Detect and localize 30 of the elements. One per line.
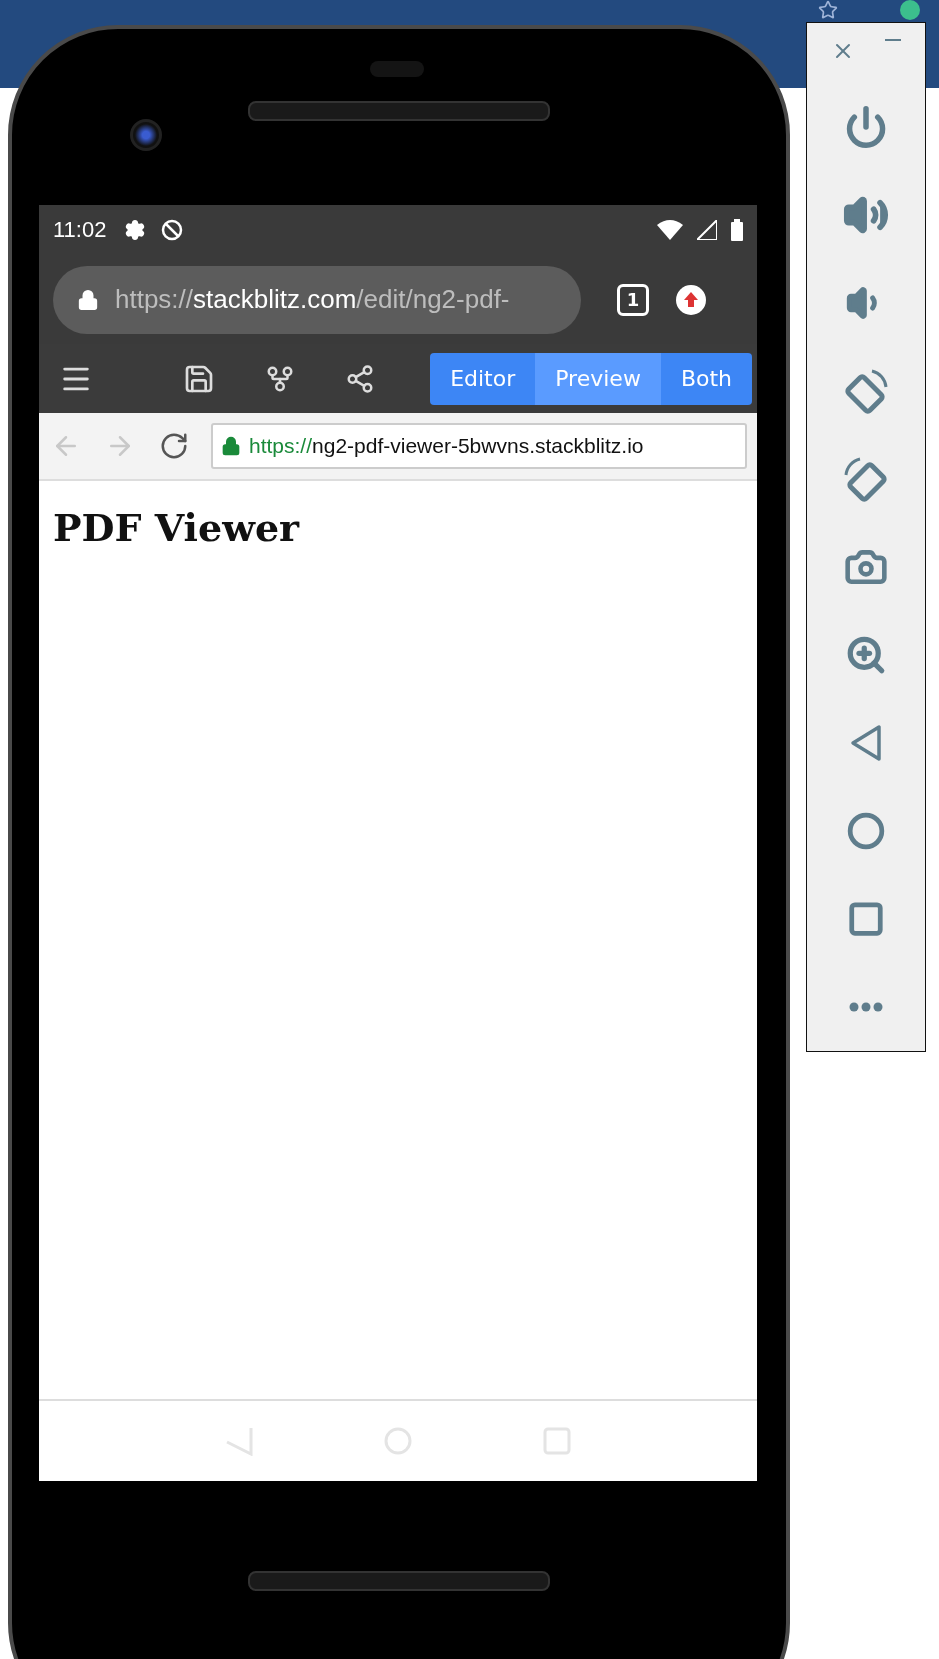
wifi-icon [657,220,683,240]
lock-icon [221,436,241,456]
url-text: https://stackblitz.com/edit/ng2-pdf- [115,284,510,315]
settings-icon [124,219,147,241]
sync-off-icon [160,218,185,242]
rotate-icon [842,367,890,415]
view-mode-tab[interactable]: Editor [430,352,536,405]
reload-icon [159,431,189,461]
camera-lens [130,119,162,151]
square-icon [847,900,885,938]
battery-icon [731,219,743,241]
share-icon [345,363,375,394]
star-icon[interactable] [818,0,838,20]
more-icon [849,1002,883,1012]
clock: 11:02 [53,217,107,243]
rotate-icon [842,455,890,503]
power-icon [844,105,888,149]
address-bar[interactable]: https://stackblitz.com/edit/ng2-pdf- [53,265,581,334]
zoom-in-icon [845,634,887,676]
page-heading: PDF Viewer [53,505,300,550]
preview-url-field[interactable]: https://ng2-pdf-viewer-5bwvns.stackblitz.io [211,423,747,469]
minimize-icon [885,39,901,42]
url-text: https://ng2-pdf-viewer-5bwvns.stackblitz.io [249,434,644,458]
upload-icon[interactable] [675,283,707,316]
lock-icon [77,288,99,311]
view-mode-tab[interactable]: Both [660,352,752,405]
tab-count[interactable]: 1 [617,283,649,316]
triangle-icon [849,723,883,763]
circle-icon [847,812,885,850]
signal-icon [697,220,717,240]
